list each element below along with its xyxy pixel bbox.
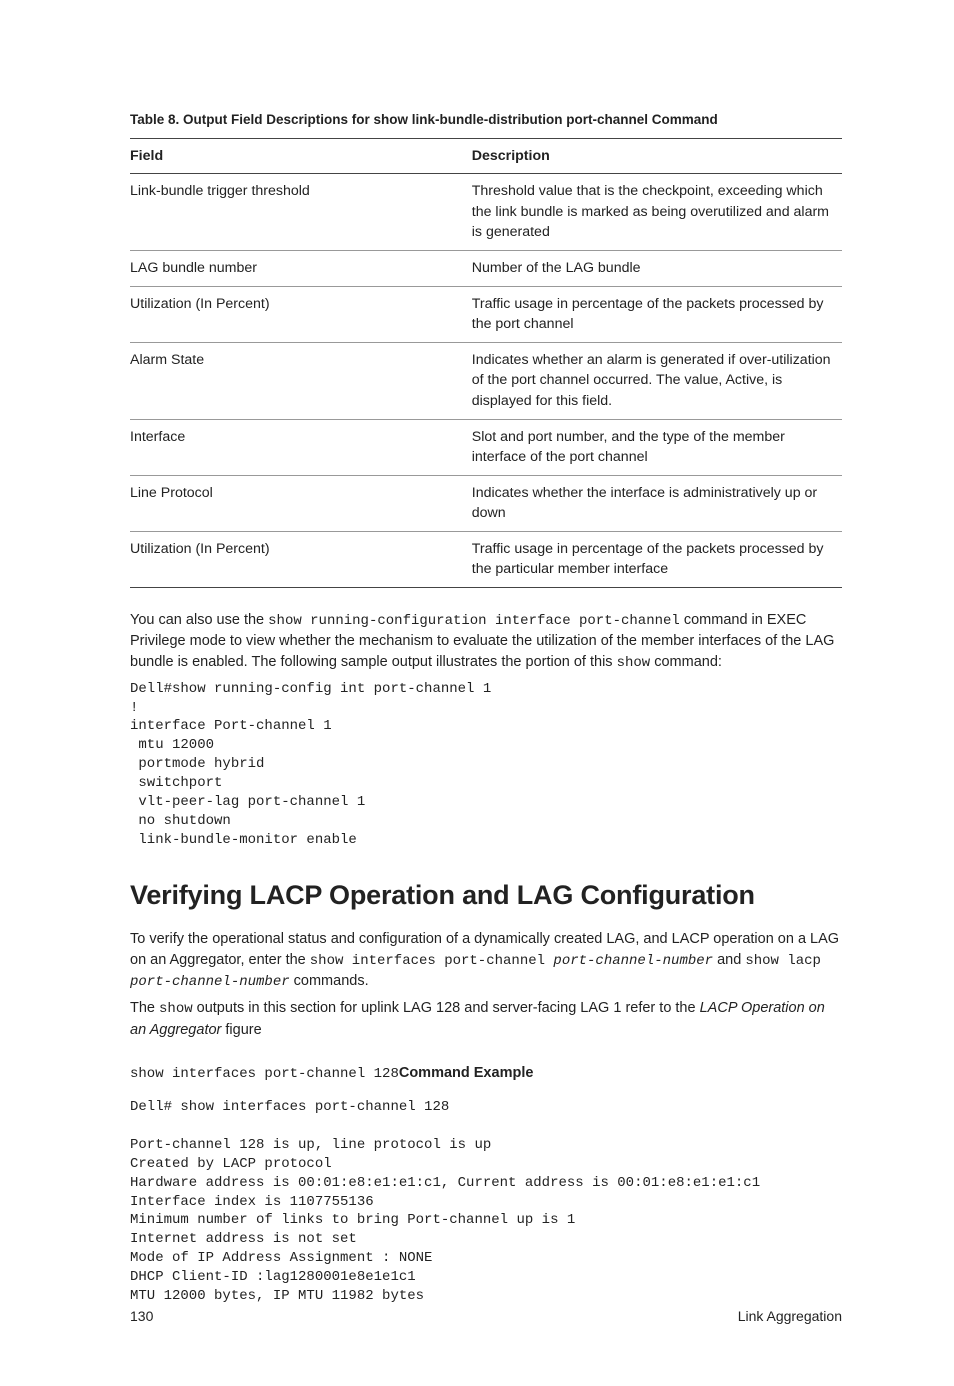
- table-header-field: Field: [130, 138, 472, 174]
- table-row: Interface Slot and port number, and the …: [130, 419, 842, 475]
- table-cell-desc: Traffic usage in percentage of the packe…: [472, 531, 842, 587]
- paragraph-1: You can also use the show running-config…: [130, 610, 842, 674]
- table-cell-desc: Indicates whether the interface is admin…: [472, 475, 842, 531]
- inline-command: show: [159, 1001, 193, 1017]
- text: command:: [650, 654, 722, 670]
- inline-command: show interfaces port-channel: [310, 953, 554, 969]
- paragraph-2: To verify the operational status and con…: [130, 929, 842, 993]
- footer-section-title: Link Aggregation: [738, 1306, 842, 1326]
- table-cell-field: Link-bundle trigger threshold: [130, 174, 472, 251]
- table-row: Line Protocol Indicates whether the inte…: [130, 475, 842, 531]
- inline-arg: port-channel-number: [553, 953, 713, 969]
- section-heading: Verifying LACP Operation and LAG Configu…: [130, 876, 842, 915]
- table-cell-field: LAG bundle number: [130, 250, 472, 286]
- table-cell-desc: Slot and port number, and the type of th…: [472, 419, 842, 475]
- text: and: [713, 952, 745, 968]
- table-cell-field: Alarm State: [130, 342, 472, 419]
- table-row: Alarm State Indicates whether an alarm i…: [130, 342, 842, 419]
- table-row: Link-bundle trigger threshold Threshold …: [130, 174, 842, 251]
- example-label: Command Example: [399, 1065, 534, 1081]
- table-cell-field: Interface: [130, 419, 472, 475]
- table-header-desc: Description: [472, 138, 842, 174]
- inline-command: show lacp: [745, 953, 821, 969]
- example-heading: show interfaces port-channel 128Command …: [130, 1063, 842, 1084]
- table-cell-field: Utilization (In Percent): [130, 531, 472, 587]
- text: outputs in this section for uplink LAG 1…: [193, 1000, 700, 1016]
- table-cell-field: Line Protocol: [130, 475, 472, 531]
- page-footer: 130 Link Aggregation: [130, 1306, 842, 1326]
- code-block-show-interfaces: Dell# show interfaces port-channel 128 P…: [130, 1098, 842, 1306]
- document-page: Table 8. Output Field Descriptions for s…: [0, 0, 954, 1386]
- table-row: LAG bundle number Number of the LAG bund…: [130, 250, 842, 286]
- table-row: Utilization (In Percent) Traffic usage i…: [130, 531, 842, 587]
- page-number: 130: [130, 1306, 153, 1326]
- text: figure: [221, 1022, 261, 1038]
- table-cell-desc: Threshold value that is the checkpoint, …: [472, 174, 842, 251]
- table-cell-desc: Number of the LAG bundle: [472, 250, 842, 286]
- table-cell-field: Utilization (In Percent): [130, 286, 472, 342]
- table-header-row: Field Description: [130, 138, 842, 174]
- inline-arg: port-channel-number: [130, 974, 290, 990]
- text: The: [130, 1000, 159, 1016]
- table-cell-desc: Indicates whether an alarm is generated …: [472, 342, 842, 419]
- example-command: show interfaces port-channel 128: [130, 1066, 399, 1082]
- inline-command: show running-configuration interface por…: [268, 613, 680, 629]
- text: commands.: [290, 973, 369, 989]
- field-description-table: Field Description Link-bundle trigger th…: [130, 138, 842, 589]
- paragraph-3: The show outputs in this section for upl…: [130, 998, 842, 1040]
- table-row: Utilization (In Percent) Traffic usage i…: [130, 286, 842, 342]
- inline-command: show: [617, 655, 651, 671]
- text: You can also use the: [130, 612, 268, 628]
- table-caption: Table 8. Output Field Descriptions for s…: [130, 110, 842, 130]
- table-cell-desc: Traffic usage in percentage of the packe…: [472, 286, 842, 342]
- code-block-running-config: Dell#show running-config int port-channe…: [130, 680, 842, 850]
